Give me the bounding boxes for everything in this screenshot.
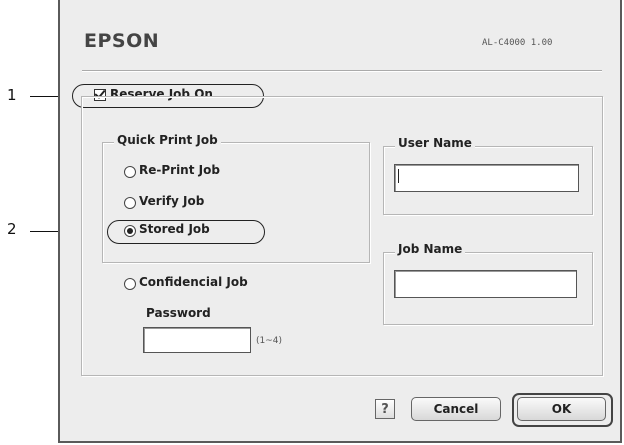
- user-name-legend: User Name: [395, 136, 475, 150]
- brand-title: EPSON: [84, 30, 160, 52]
- cancel-button[interactable]: Cancel: [411, 397, 501, 421]
- password-input[interactable]: [143, 327, 251, 353]
- confidential-job-radio[interactable]: [124, 278, 136, 290]
- verify-job-radio[interactable]: [124, 197, 136, 209]
- callout-number-1: 1: [7, 86, 17, 104]
- verify-job-label[interactable]: Verify Job: [139, 194, 204, 208]
- confidential-job-label[interactable]: Confidencial Job: [139, 275, 248, 289]
- password-hint: (1~4): [256, 336, 283, 346]
- stored-job-radio[interactable]: [124, 225, 136, 237]
- printer-model-version: AL-C4000 1.00: [482, 38, 553, 48]
- callout-number-2: 2: [7, 220, 17, 238]
- job-name-input[interactable]: [394, 270, 577, 298]
- reprint-job-label[interactable]: Re-Print Job: [139, 163, 220, 177]
- stored-job-label[interactable]: Stored Job: [139, 222, 210, 236]
- ok-button[interactable]: OK: [517, 397, 606, 421]
- job-name-legend: Job Name: [395, 242, 466, 256]
- quick-print-legend: Quick Print Job: [114, 133, 221, 147]
- password-label: Password: [146, 306, 211, 320]
- user-name-input[interactable]: [394, 164, 579, 192]
- help-button[interactable]: ?: [375, 399, 395, 419]
- reprint-job-radio[interactable]: [124, 166, 136, 178]
- text-cursor: [398, 169, 399, 183]
- header-divider: [82, 70, 602, 72]
